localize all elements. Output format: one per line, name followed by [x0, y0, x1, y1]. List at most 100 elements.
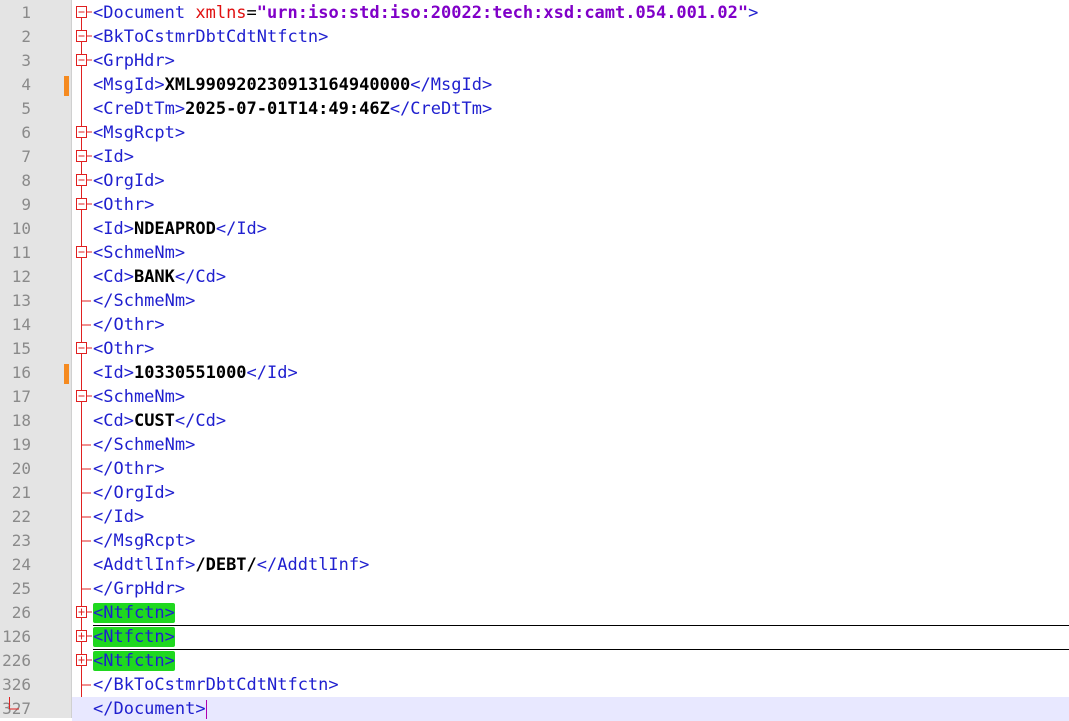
editor-line[interactable]: 19 </SchmeNm>: [0, 433, 1069, 457]
editor-line[interactable]: 226 <Ntfctn>: [0, 649, 1069, 673]
editor-line[interactable]: 26 <Ntfctn>: [0, 601, 1069, 625]
xml-tag: <OrgId>: [93, 171, 165, 191]
editor-line[interactable]: 17 <SchmeNm>: [0, 385, 1069, 409]
editor-line[interactable]: 7 <Id>: [0, 145, 1069, 169]
fold-collapse-icon[interactable]: [72, 193, 92, 217]
line-code: <Othr>: [93, 193, 154, 217]
line-code: <Othr>: [93, 337, 154, 361]
xml-tag: </Document>: [93, 699, 206, 719]
line-number: 13: [11, 291, 31, 310]
xml-tag: >: [748, 3, 759, 23]
editor-line[interactable]: 326 </BkToCstmrDbtCdtNtfctn>: [0, 673, 1069, 697]
search-highlight: <Ntfctn>: [93, 603, 175, 623]
editor-line[interactable]: 3 <GrpHdr>: [0, 49, 1069, 73]
line-code: <GrpHdr>: [93, 49, 175, 73]
xml-tag: <BkToCstmrDbtCdtNtfctn>: [93, 27, 329, 47]
line-code: <CreDtTm>2025-07-01T14:49:46Z</CreDtTm>: [93, 97, 492, 121]
xml-tag: </GrpHdr>: [93, 579, 186, 599]
xml-tag: <SchmeNm>: [93, 387, 186, 407]
fold-expand-icon[interactable]: [72, 649, 92, 673]
search-highlight: <Ntfctn>: [93, 651, 175, 671]
fold-collapse-icon[interactable]: [72, 385, 92, 409]
line-number: 20: [11, 459, 31, 478]
fold-tree-line: [81, 481, 91, 505]
editor-line[interactable]: 21 </OrgId>: [0, 481, 1069, 505]
editor-line[interactable]: 23 </MsgRcpt>: [0, 529, 1069, 553]
editor-line[interactable]: 15 <Othr>: [0, 337, 1069, 361]
line-code: <AddtlInf>/DEBT/</AddtlInf>: [93, 553, 369, 577]
xml-tag: <Id>: [93, 219, 134, 239]
editor-line[interactable]: 25 </GrpHdr>: [0, 577, 1069, 601]
editor-line[interactable]: 12 <Cd>BANK</Cd>: [0, 265, 1069, 289]
xml-tag: </SchmeNm>: [93, 291, 196, 311]
editor-line[interactable]: 4 <MsgId>XML990920230913164940000</MsgId>: [0, 73, 1069, 97]
xml-tag: </BkToCstmrDbtCdtNtfctn>: [93, 675, 339, 695]
editor-line[interactable]: 22 </Id>: [0, 505, 1069, 529]
xml-tag: <GrpHdr>: [93, 51, 175, 71]
xml-tag: <CreDtTm>: [93, 99, 186, 119]
fold-tree-line: [81, 529, 91, 553]
editor-line[interactable]: 126 <Ntfctn>: [0, 625, 1069, 649]
line-number: 12: [11, 267, 31, 286]
line-code: <Cd>CUST</Cd>: [93, 409, 226, 433]
editor-line[interactable]: 20 </Othr>: [0, 457, 1069, 481]
attribute-name: xmlns: [195, 3, 247, 23]
line-code: </Document>: [93, 697, 207, 721]
editor-line[interactable]: 13 </SchmeNm>: [0, 289, 1069, 313]
fold-collapse-icon[interactable]: [72, 25, 92, 49]
line-number: 6: [21, 123, 31, 142]
editor-line[interactable]: 6 <MsgRcpt>: [0, 121, 1069, 145]
editor-line[interactable]: 18 <Cd>CUST</Cd>: [0, 409, 1069, 433]
fold-collapse-icon[interactable]: [72, 169, 92, 193]
line-code: <BkToCstmrDbtCdtNtfctn>: [93, 25, 328, 49]
line-code: <MsgId>XML990920230913164940000</MsgId>: [93, 73, 492, 97]
line-number: 24: [11, 555, 31, 574]
fold-tree-line: [81, 289, 91, 313]
fold-tree-line: [81, 433, 91, 457]
editor-line[interactable]: 24 <AddtlInf>/DEBT/</AddtlInf>: [0, 553, 1069, 577]
line-code: </SchmeNm>: [93, 289, 195, 313]
fold-collapse-icon[interactable]: [72, 1, 92, 25]
editor-line[interactable]: 8 <OrgId>: [0, 169, 1069, 193]
line-number: 9: [21, 195, 31, 214]
xml-tag: <Othr>: [93, 195, 155, 215]
fold-collapse-icon[interactable]: [72, 121, 92, 145]
line-code: <MsgRcpt>: [93, 121, 185, 145]
xml-tag: </Othr>: [93, 315, 165, 335]
fold-collapse-icon[interactable]: [72, 145, 92, 169]
fold-collapse-icon[interactable]: [72, 337, 92, 361]
line-number: 126: [2, 627, 31, 646]
line-code: <SchmeNm>: [93, 385, 185, 409]
editor-line[interactable]: 2 <BkToCstmrDbtCdtNtfctn>: [0, 25, 1069, 49]
editor-line[interactable]: 1 <Document xmlns="urn:iso:std:iso:20022:…: [0, 1, 1069, 25]
fold-tree-line: [81, 361, 82, 385]
fold-expand-icon[interactable]: [72, 625, 92, 649]
fold-collapse-icon[interactable]: [72, 49, 92, 73]
fold-tree-line: [81, 673, 91, 697]
line-code: <Id>10330551000</Id>: [93, 361, 298, 385]
editor-line[interactable]: 14 </Othr>: [0, 313, 1069, 337]
line-number: 16: [11, 363, 31, 382]
change-marker: [64, 364, 69, 384]
editor-line[interactable]: 5 <CreDtTm>2025-07-01T14:49:46Z</CreDtTm>: [0, 97, 1069, 121]
line-number: 18: [11, 411, 31, 430]
line-code: <Document xmlns="urn:iso:std:iso:20022:t…: [93, 1, 758, 25]
xml-tag: </Cd>: [174, 411, 227, 431]
fold-expand-icon[interactable]: [72, 601, 92, 625]
editor-line[interactable]: 11 <SchmeNm>: [0, 241, 1069, 265]
line-number: 15: [11, 339, 31, 358]
editor-line[interactable]: 9 <Othr>: [0, 193, 1069, 217]
line-code: <Ntfctn>: [93, 625, 175, 649]
editor-line[interactable]: 327 </Document>: [2, 697, 1069, 721]
line-code: </GrpHdr>: [93, 577, 185, 601]
line-code: </Id>: [93, 505, 144, 529]
editor-line[interactable]: 16 <Id>10330551000</Id>: [0, 361, 1069, 385]
xml-tag: </OrgId>: [93, 483, 175, 503]
line-number: 7: [21, 147, 31, 166]
xml-tag: </Id>: [93, 507, 145, 527]
xml-tag: </CreDtTm>: [389, 99, 493, 119]
fold-tree-line: [81, 313, 91, 337]
editor-line[interactable]: 10 <Id>NDEAPROD</Id>: [0, 217, 1069, 241]
fold-collapse-icon[interactable]: [72, 241, 92, 265]
change-marker: [64, 76, 69, 96]
